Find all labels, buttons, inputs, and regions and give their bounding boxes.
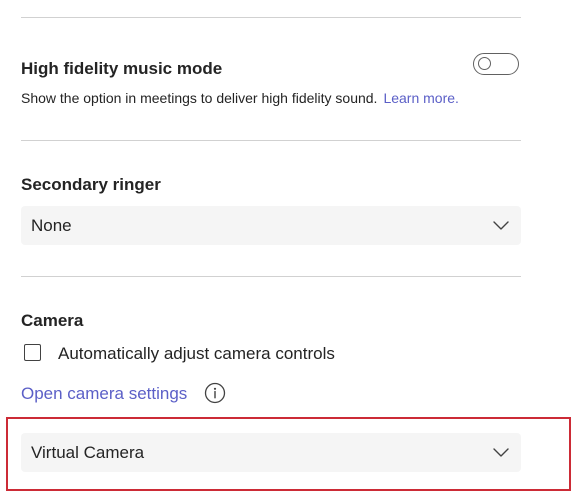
auto-adjust-camera-label[interactable]: Automatically adjust camera controls xyxy=(58,344,335,364)
high-fidelity-toggle[interactable] xyxy=(473,53,519,75)
learn-more-link[interactable]: Learn more. xyxy=(383,90,458,106)
divider-top xyxy=(21,17,521,18)
divider-middle xyxy=(21,140,521,141)
camera-heading: Camera xyxy=(21,311,84,330)
divider-lower xyxy=(21,276,521,277)
open-camera-settings-link[interactable]: Open camera settings xyxy=(21,384,187,404)
highlight-box xyxy=(6,417,571,491)
checkbox-unchecked-icon[interactable] xyxy=(24,344,41,361)
high-fidelity-description-text: Show the option in meetings to deliver h… xyxy=(21,90,378,106)
high-fidelity-heading: High fidelity music mode xyxy=(21,59,223,78)
chevron-down-icon xyxy=(493,221,509,230)
toggle-knob xyxy=(478,57,491,70)
secondary-ringer-dropdown[interactable]: None xyxy=(21,206,521,245)
secondary-ringer-heading: Secondary ringer xyxy=(21,175,161,194)
secondary-ringer-value: None xyxy=(31,216,72,235)
high-fidelity-description: Show the option in meetings to deliver h… xyxy=(21,90,459,106)
info-icon[interactable] xyxy=(204,382,226,404)
